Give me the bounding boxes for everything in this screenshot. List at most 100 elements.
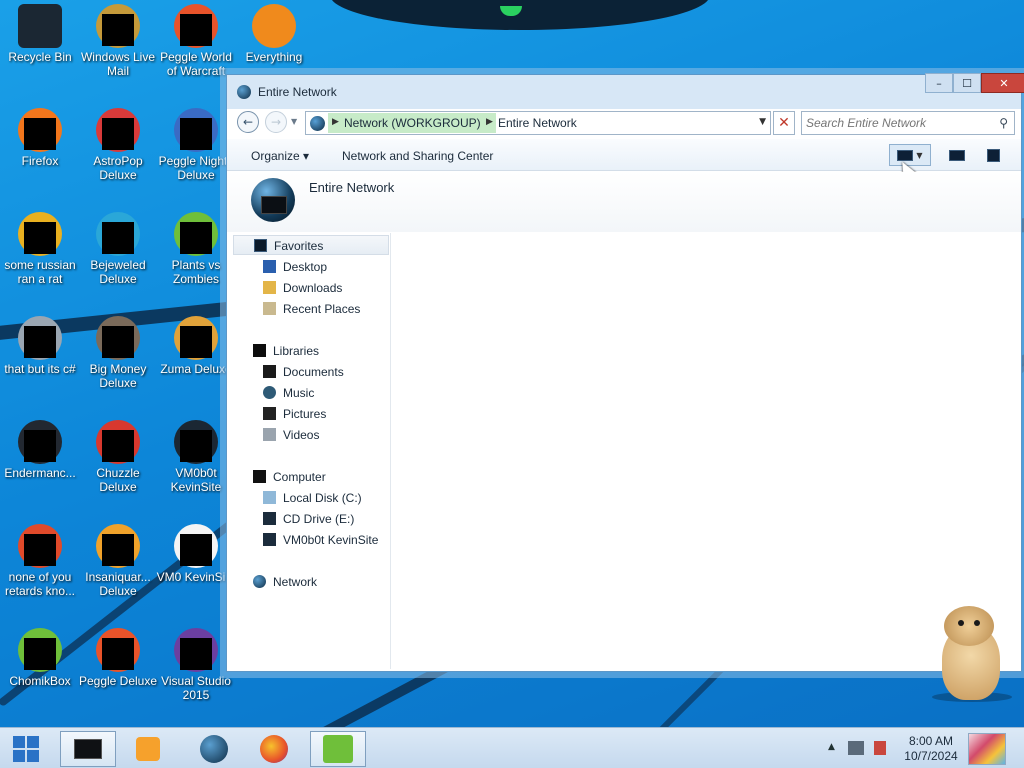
- recent-pages-chevron-down-icon[interactable]: ▼: [291, 117, 299, 127]
- desktop-icon[interactable]: Peggle World of Warcraft: [156, 4, 236, 78]
- minimize-button[interactable]: –: [925, 73, 953, 93]
- chomikbox-icon: [323, 735, 353, 763]
- nav-item-pictures[interactable]: Pictures: [233, 404, 389, 424]
- desktop-icon[interactable]: AstroPop Deluxe: [78, 108, 158, 182]
- desktop-icon-label: Insaniquar... Deluxe: [85, 570, 151, 598]
- nav-item-recent-places[interactable]: Recent Places: [233, 299, 389, 319]
- desktop-icon[interactable]: some russian ran a rat: [0, 212, 80, 286]
- window-controls: – ☐ ✕: [925, 73, 1024, 95]
- window-titlebar[interactable]: Entire Network – ☐ ✕: [227, 73, 1024, 109]
- desktop-icon[interactable]: Bejeweled Deluxe: [78, 212, 158, 286]
- nav-item-music[interactable]: Music: [233, 383, 389, 403]
- documents-icon: [263, 365, 276, 378]
- breadcrumb-entire-network[interactable]: Entire Network: [498, 116, 577, 130]
- nav-item-label: Videos: [283, 428, 320, 442]
- desktop-icon-label: Chuzzle Deluxe: [96, 466, 140, 494]
- nav-item-label: Libraries: [273, 344, 320, 358]
- search-box[interactable]: ⚲: [801, 111, 1015, 135]
- desktop-icon[interactable]: that but its c#: [0, 316, 80, 376]
- taskbar-paint-app[interactable]: [968, 733, 1006, 765]
- endermanc-icon: [18, 420, 62, 464]
- nav-item-videos[interactable]: Videos: [233, 425, 389, 445]
- breadcrumb-network-workgroup[interactable]: Network (WORKGROUP): [344, 116, 481, 130]
- desktop-icon[interactable]: Chuzzle Deluxe: [78, 420, 158, 494]
- close-button[interactable]: ✕: [981, 73, 1024, 93]
- system-clock[interactable]: 8:00 AM 10/7/2024: [898, 734, 964, 764]
- libraries-icon: [253, 344, 266, 357]
- desktop-icon-label: Bejeweled Deluxe: [90, 258, 146, 286]
- address-chevron-down-icon[interactable]: ▼: [759, 117, 766, 127]
- taskbar-explorer[interactable]: [60, 731, 116, 767]
- search-icon[interactable]: ⚲: [999, 116, 1008, 130]
- desktop-icon[interactable]: VM0 KevinSi...: [156, 524, 236, 584]
- view-chevron-down-icon[interactable]: ▼: [916, 151, 922, 160]
- nav-item-desktop[interactable]: Desktop: [233, 257, 389, 277]
- redaction-box: [102, 118, 134, 150]
- desktop-icon[interactable]: VM0b0t KevinSite: [156, 420, 236, 494]
- maximize-button[interactable]: ☐: [953, 73, 981, 93]
- desktop-icon[interactable]: Peggle Nights Deluxe: [156, 108, 236, 182]
- visual-studio-2015-icon: [174, 628, 218, 672]
- redaction-box: [24, 326, 56, 358]
- network-tray-icon[interactable]: [848, 741, 864, 755]
- desktop-icon[interactable]: Visual Studio 2015: [156, 628, 236, 702]
- redaction-box: [180, 222, 212, 254]
- nav-item-local-disk[interactable]: Local Disk (C:): [233, 488, 389, 508]
- desktop-icon[interactable]: Endermanc...: [0, 420, 80, 480]
- network-sharing-center-button[interactable]: Network and Sharing Center: [342, 149, 493, 163]
- taskbar-media-player[interactable]: [120, 731, 176, 767]
- desktop-icon[interactable]: Recycle Bin: [0, 4, 80, 64]
- plants-vs-zombies-icon: [174, 212, 218, 256]
- desktop-icon[interactable]: Insaniquar... Deluxe: [78, 524, 158, 598]
- nav-item-label: Desktop: [283, 260, 328, 274]
- vm0b0t-kevinsite-icon: [174, 420, 218, 464]
- insaniquarium-deluxe-icon: [96, 524, 140, 568]
- stop-button[interactable]: ✕: [773, 111, 795, 135]
- nav-item-cd-drive[interactable]: CD Drive (E:): [233, 509, 389, 529]
- hamster-desktop-pet[interactable]: [932, 606, 1012, 702]
- nav-item-vm-kevinsite[interactable]: VM0b0t KevinSite: [233, 530, 389, 550]
- nav-item-documents[interactable]: Documents: [233, 362, 389, 382]
- desktop-icon[interactable]: Plants vs Zombies: [156, 212, 236, 286]
- desktop-icon[interactable]: Firefox: [0, 108, 80, 168]
- taskbar-firefox[interactable]: [246, 731, 302, 767]
- show-hidden-icons-chevron-up-icon[interactable]: ▲: [828, 742, 835, 752]
- address-bar[interactable]: ▶ Network (WORKGROUP) ▶ Entire Network ▼: [305, 111, 771, 135]
- downloads-folder-icon: [263, 281, 276, 294]
- nav-item-libraries[interactable]: Libraries: [233, 341, 389, 361]
- search-input[interactable]: [806, 115, 996, 131]
- desktop-icon[interactable]: Everything: [234, 4, 314, 64]
- some-russian-ran-a-rat-icon: [18, 212, 62, 256]
- redaction-box: [180, 534, 212, 566]
- desktop-icon[interactable]: Windows Live Mail: [78, 4, 158, 78]
- back-button[interactable]: ←: [237, 111, 259, 133]
- forward-button[interactable]: →: [265, 111, 287, 133]
- nav-item-favorites[interactable]: Favorites: [233, 235, 389, 255]
- file-list-area[interactable]: [393, 233, 1019, 669]
- desktop-icon[interactable]: Big Money Deluxe: [78, 316, 158, 390]
- taskbar-chomikbox[interactable]: [310, 731, 366, 767]
- help-button[interactable]: [979, 144, 1007, 166]
- desktop-icon-label: Plants vs Zombies: [171, 258, 221, 286]
- volume-muted-icon[interactable]: [874, 741, 886, 755]
- start-button[interactable]: [6, 734, 46, 764]
- desktop-icon[interactable]: ChomikBox: [0, 628, 80, 688]
- nav-item-computer[interactable]: Computer: [233, 467, 389, 487]
- desktop-icon[interactable]: none of you retards kno...: [0, 524, 80, 598]
- redaction-box: [24, 534, 56, 566]
- organize-button[interactable]: Organize ▾: [251, 149, 309, 163]
- desktop-icon-label: VM0b0t KevinSite: [170, 466, 222, 494]
- desktop-icon[interactable]: Zuma Deluxe: [156, 316, 236, 376]
- music-icon: [263, 386, 276, 399]
- desktop-icon-label: ChomikBox: [9, 674, 71, 688]
- preview-pane-button[interactable]: [943, 144, 971, 166]
- nav-item-label: Documents: [283, 365, 344, 379]
- breadcrumb-chevron-icon[interactable]: ▶: [332, 117, 339, 127]
- breadcrumb-chevron-icon[interactable]: ▶: [486, 117, 493, 127]
- desktop-icon-label: Peggle Deluxe: [78, 674, 158, 688]
- nav-item-downloads[interactable]: Downloads: [233, 278, 389, 298]
- desktop-icon-label: some russian ran a rat: [4, 258, 76, 286]
- nav-item-network[interactable]: Network: [233, 572, 389, 592]
- taskbar-network[interactable]: [186, 731, 242, 767]
- desktop-icon[interactable]: Peggle Deluxe: [78, 628, 158, 688]
